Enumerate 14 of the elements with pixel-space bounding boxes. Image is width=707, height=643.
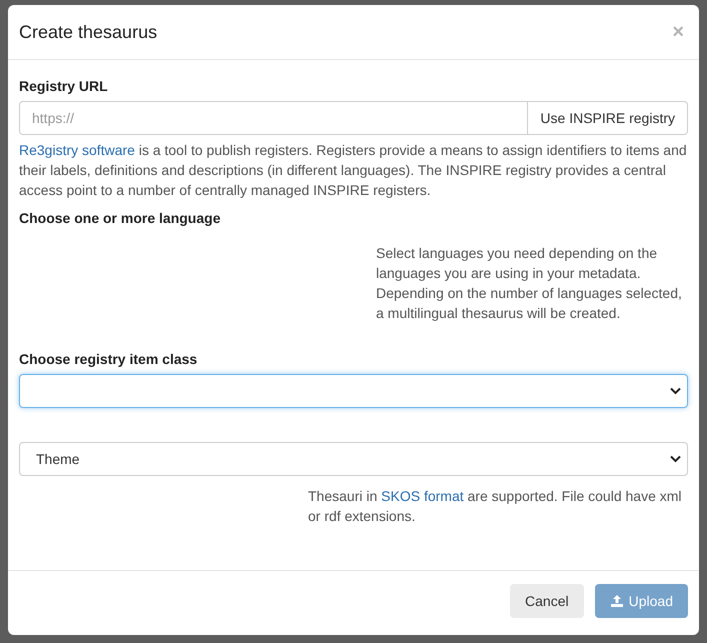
- help-text: Thesauri in SKOS format are supported. File could have xml or rdf extensions.: [308, 487, 683, 526]
- cancel-button[interactable]: Cancel: [510, 584, 584, 618]
- select-value: Theme: [36, 451, 80, 467]
- type-select[interactable]: Theme: [19, 442, 688, 476]
- field-label: Registry URL: [19, 78, 109, 94]
- help-text: Select languages you need depending on the languages you are using in your metadata. Depending on the number of languages selected, a multilingual thesaurus will be created.: [376, 244, 683, 323]
- use-inspire-registry-button[interactable]: Use INSPIRE registry: [528, 101, 688, 135]
- registry-url-field[interactable]: https://: [19, 101, 528, 135]
- field-label: Choose one or more language: [19, 210, 222, 226]
- dialog-title: Create thesaurus: [19, 22, 158, 42]
- description-text: Re3gistry software is a tool to publish registers. Registers provide a means to assign identifiers to items and their labels, definitions and descriptions (in different languages). The INSPIRE registry provides a central access point to a number of centrally managed INSPIRE registers.: [19, 141, 688, 200]
- skos-format-link[interactable]: SKOS format: [381, 488, 464, 504]
- re3gistry-link[interactable]: Re3gistry software: [19, 142, 135, 158]
- field-label: Choose registry item class: [19, 351, 198, 367]
